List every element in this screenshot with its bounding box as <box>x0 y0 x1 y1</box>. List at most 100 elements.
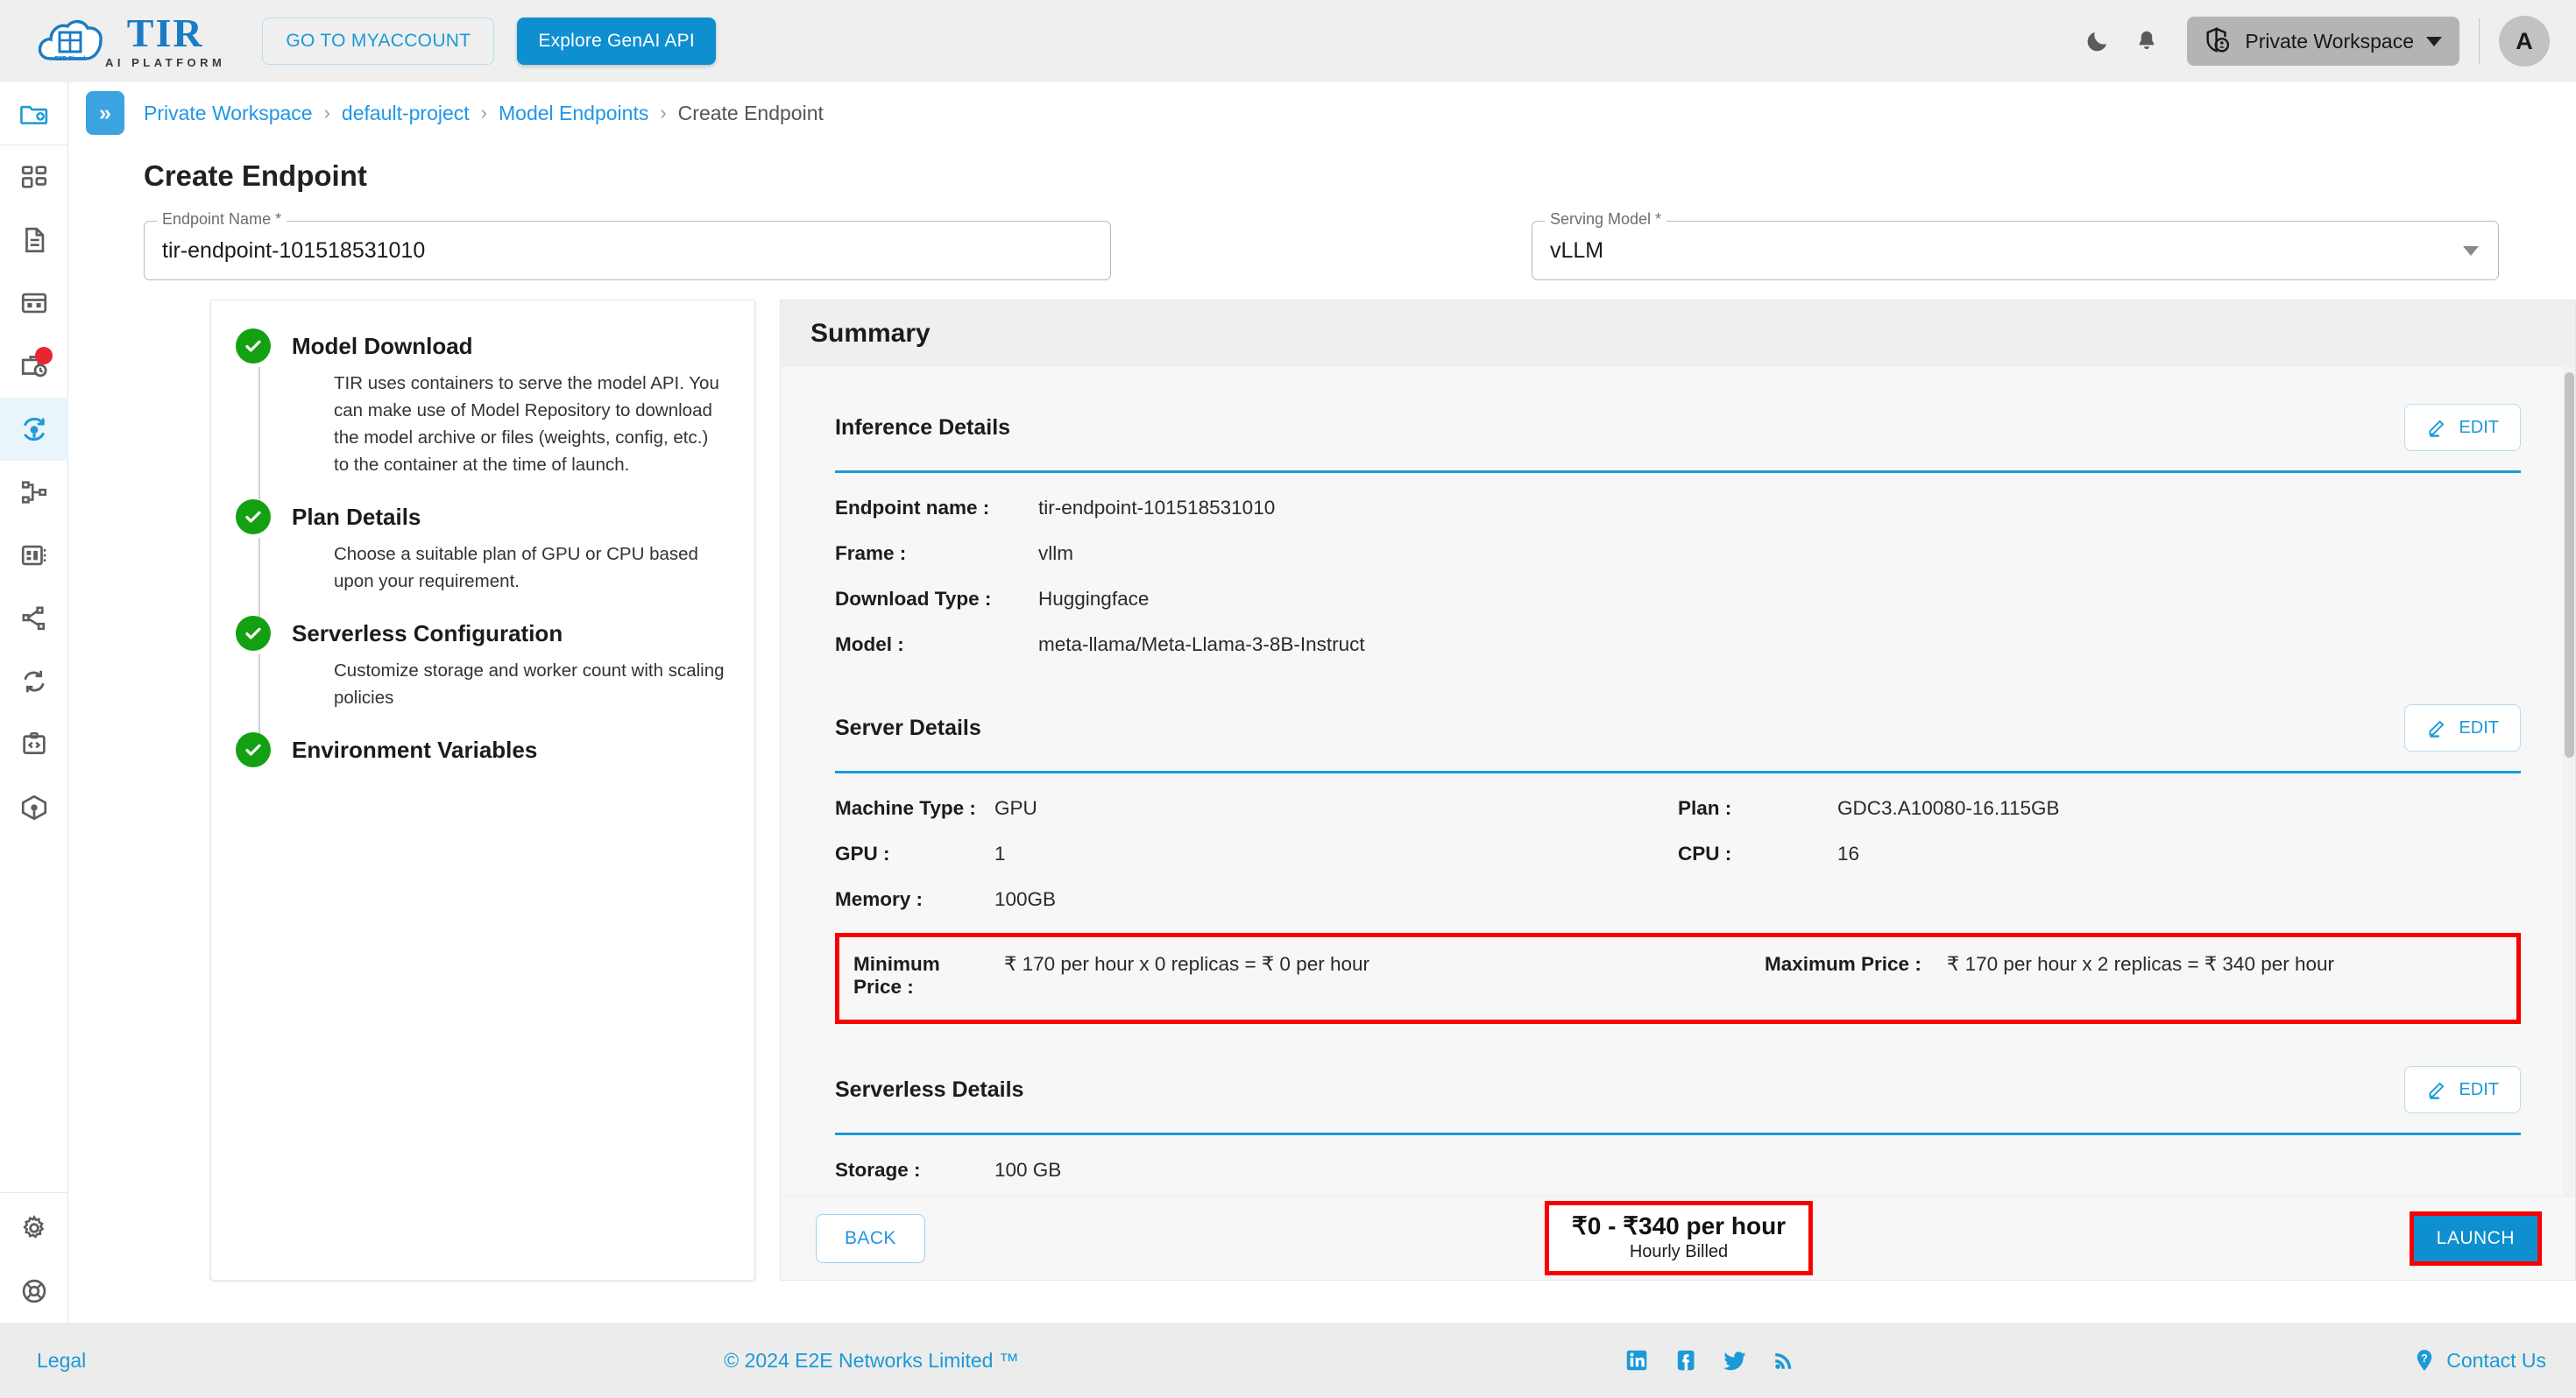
stepper-step-environment-variables[interactable]: Environment Variables <box>236 732 725 788</box>
go-to-myaccount-button[interactable]: GO TO MYACCOUNT <box>262 18 495 65</box>
facebook-icon[interactable] <box>1673 1347 1699 1373</box>
check-circle-icon <box>236 732 271 767</box>
question-pin-icon: ? <box>2417 1350 2432 1371</box>
endpoint-refresh-icon <box>23 417 45 441</box>
edit-inference-details-button[interactable]: EDIT <box>2404 404 2521 451</box>
breadcrumb-item-default-project[interactable]: default-project <box>342 102 470 125</box>
folder-add-icon <box>19 105 47 124</box>
chevron-down-icon <box>2463 245 2479 256</box>
dark-mode-toggle[interactable] <box>2073 17 2122 66</box>
price-range-value: ₹0 - ₹340 per hour <box>1571 1211 1787 1239</box>
breadcrumb-item-private-workspace[interactable]: Private Workspace <box>144 102 313 125</box>
section-server-details: Server Details EDIT Machine Type: GPU P… <box>835 704 2521 1024</box>
price-range-badge: ₹0 - ₹340 per hour Hourly Billed <box>1544 1200 1814 1276</box>
avatar[interactable]: A <box>2499 16 2550 67</box>
row-key: GPU : <box>835 843 890 865</box>
copyright-text: © 2024 E2E Networks Limited ™ <box>724 1348 1019 1372</box>
pencil-icon <box>2429 420 2445 437</box>
sidebar-item-dashboard[interactable] <box>0 145 68 208</box>
sidebar-item-distributions[interactable] <box>0 587 68 650</box>
bell-icon <box>2139 31 2155 50</box>
row-key: CPU : <box>1678 843 1732 865</box>
sidebar-item-new-folder[interactable] <box>0 82 68 145</box>
row-value: vllm <box>1038 542 1073 564</box>
app-logo[interactable]: E2E Cloud TIR AI PLATFORM <box>37 13 225 69</box>
sidebar-item-jobs[interactable] <box>0 335 68 398</box>
edit-serverless-details-button[interactable]: EDIT <box>2404 1066 2521 1113</box>
sidebar-item-model-endpoints[interactable] <box>0 398 68 461</box>
row-key: Model : <box>835 633 904 655</box>
sidebar-item-notebooks[interactable] <box>0 208 68 272</box>
rss-icon[interactable] <box>1771 1347 1797 1373</box>
stepper-rail <box>258 654 260 739</box>
sidebar-item-sync[interactable] <box>0 650 68 713</box>
table-grid-icon <box>21 293 46 314</box>
table-row: Machine Type : GPU <box>835 786 1678 831</box>
section-serverless-details: Serverless Details EDIT Storage: 100 GB <box>835 1066 2521 1193</box>
contact-us-link[interactable]: ? Contact Us <box>2411 1347 2546 1373</box>
section-title: Inference Details <box>835 414 1011 440</box>
table-row: Plan : GDC3.A10080-16.115GB <box>1678 786 2521 831</box>
logo-subtitle: AI PLATFORM <box>105 56 226 69</box>
serving-model-value: vLLM <box>1550 237 1604 263</box>
stepper-step-model-download[interactable]: Model Download TIR uses containers to se… <box>236 328 725 506</box>
pencil-icon <box>2429 1082 2445 1099</box>
scrollbar-thumb[interactable] <box>2565 372 2574 758</box>
workspace-selector[interactable]: Private Workspace <box>2187 17 2459 66</box>
sidebar-item-pipelines[interactable] <box>0 461 68 524</box>
chevron-down-icon <box>2426 36 2442 46</box>
endpoint-name-input[interactable]: Endpoint Name * tir-endpoint-10151853101… <box>144 210 1111 280</box>
document-icon <box>25 227 44 253</box>
sidebar <box>0 82 68 1323</box>
cube-icon <box>21 794 46 821</box>
back-button[interactable]: BACK <box>816 1213 925 1263</box>
stepper-rail <box>258 367 260 506</box>
section-title: Server Details <box>835 715 981 740</box>
endpoint-name-value: tir-endpoint-101518531010 <box>162 237 426 263</box>
row-value: 100 GB <box>994 1159 1062 1181</box>
top-bar-right: Private Workspace A <box>2073 16 2550 67</box>
sidebar-item-containers[interactable] <box>0 776 68 839</box>
row-value: 1 <box>994 843 1006 865</box>
maximum-price-label: Maximum Price : <box>1765 953 1921 975</box>
legal-link[interactable]: Legal <box>37 1349 86 1373</box>
sidebar-collapse-button[interactable]: » <box>86 91 124 135</box>
maximum-price-value: ₹ 170 per hour x 2 replicas = ₹ 340 per … <box>1947 953 2335 975</box>
page-footer: Legal © 2024 E2E Networks Limited ™ ? Co… <box>0 1323 2576 1398</box>
step-description: Choose a suitable plan of GPU or CPU bas… <box>334 544 698 591</box>
sidebar-item-support[interactable] <box>0 1260 68 1323</box>
status-badge <box>34 347 53 364</box>
twitter-icon[interactable] <box>1722 1347 1748 1373</box>
launch-button[interactable]: LAUNCH <box>2413 1215 2537 1261</box>
edit-server-details-button[interactable]: EDIT <box>2404 704 2521 752</box>
check-circle-icon <box>236 328 271 364</box>
notifications-button[interactable] <box>2122 17 2171 66</box>
stepper-step-plan-details[interactable]: Plan Details Choose a suitable plan of G… <box>236 499 725 623</box>
code-board-icon <box>22 731 46 754</box>
pencil-icon <box>2429 720 2445 738</box>
sidebar-item-model-repository[interactable] <box>0 524 68 587</box>
step-description: Customize storage and worker count with … <box>334 660 725 708</box>
summary-panel: Summary Inference Details EDIT Endpoint … <box>780 300 2576 1281</box>
sidebar-item-datasets[interactable] <box>0 272 68 335</box>
divider <box>2479 18 2480 64</box>
summary-scroll-area[interactable]: Inference Details EDIT Endpoint name: t… <box>781 367 2575 1280</box>
serving-model-select[interactable]: Serving Model * vLLM <box>1532 210 2499 280</box>
breadcrumb-separator: › <box>480 102 487 124</box>
row-value: Huggingface <box>1038 588 1150 610</box>
row-value: 16 <box>1837 843 1860 865</box>
stepper-step-serverless-configuration[interactable]: Serverless Configuration Customize stora… <box>236 616 725 739</box>
row-key: Frame : <box>835 542 907 564</box>
sidebar-item-code[interactable] <box>0 713 68 776</box>
top-bar: E2E Cloud TIR AI PLATFORM GO TO MYACCOUN… <box>0 0 2576 82</box>
row-key: Download Type : <box>835 588 992 610</box>
linkedin-icon[interactable] <box>1624 1347 1650 1373</box>
breadcrumb-item-model-endpoints[interactable]: Model Endpoints <box>499 102 648 125</box>
row-value: GPU <box>994 797 1037 819</box>
explore-genai-api-button[interactable]: Explore GenAI API <box>517 18 716 65</box>
gear-icon <box>22 1214 44 1239</box>
breadcrumb-item-create-endpoint: Create Endpoint <box>677 101 824 124</box>
sidebar-item-settings[interactable] <box>0 1197 68 1260</box>
summary-scrollbar[interactable] <box>2563 367 2575 1280</box>
wizard-footer: BACK ₹0 - ₹340 per hour Hourly Billed LA… <box>781 1196 2575 1280</box>
